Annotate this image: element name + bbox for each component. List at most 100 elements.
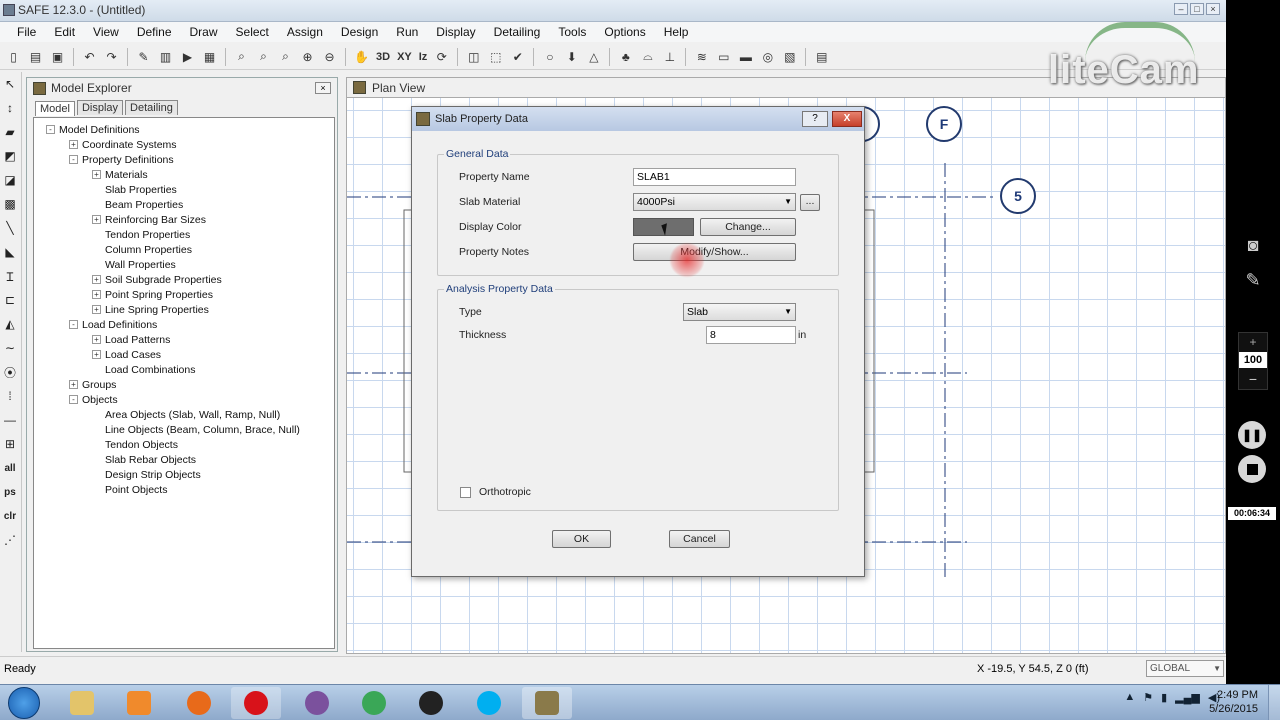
clear-selection-button[interactable]: clr	[0, 504, 20, 528]
taskbar-opera[interactable]	[231, 687, 281, 719]
expand-icon[interactable]: +	[69, 140, 78, 149]
pencil-icon[interactable]: ✎	[134, 47, 153, 66]
tree-node-label[interactable]: Soil Subgrade Properties	[105, 274, 222, 286]
taskbar-skype[interactable]	[464, 687, 514, 719]
draw-column-icon[interactable]: Ɪ	[0, 264, 20, 288]
tree-node[interactable]: Column Properties	[34, 242, 334, 257]
menu-run[interactable]: Run	[387, 25, 427, 39]
strip-forces-icon[interactable]: ≋	[692, 47, 711, 66]
collapse-icon[interactable]: -	[69, 320, 78, 329]
expand-icon[interactable]: +	[69, 380, 78, 389]
draw-beam-icon[interactable]: ◣	[0, 240, 20, 264]
change-color-button[interactable]: Change...	[700, 218, 796, 236]
taskbar-explorer[interactable]	[57, 687, 107, 719]
type-select[interactable]: Slab ▼	[683, 303, 796, 321]
draw-rebar-icon[interactable]: ⦿	[0, 360, 20, 384]
zoom-window-icon[interactable]: ⌕	[232, 47, 251, 66]
undo-icon[interactable]: ↶	[80, 47, 99, 66]
tree-node-label[interactable]: Load Patterns	[105, 334, 170, 346]
tree-node-label[interactable]: Tendon Objects	[105, 439, 178, 451]
tree-node[interactable]: - Objects	[34, 392, 334, 407]
check-icon[interactable]: ✔	[508, 47, 527, 66]
menu-draw[interactable]: Draw	[181, 25, 227, 39]
beam-forces-icon[interactable]: ▬	[736, 47, 755, 66]
menu-display[interactable]: Display	[427, 25, 484, 39]
tree-node-label[interactable]: Reinforcing Bar Sizes	[105, 214, 206, 226]
draw-slab-icon[interactable]: ◩	[0, 144, 20, 168]
tree-node[interactable]: + Point Spring Properties	[34, 287, 334, 302]
coordinate-system-dropdown[interactable]: GLOBAL ▼	[1146, 660, 1224, 677]
tree-node[interactable]: Tendon Properties	[34, 227, 334, 242]
zoom-previous-icon[interactable]: ⌕	[276, 47, 295, 66]
show-desktop-button[interactable]	[1268, 685, 1280, 720]
tree-node[interactable]: + Line Spring Properties	[34, 302, 334, 317]
tree-node[interactable]: - Load Definitions	[34, 317, 334, 332]
new-file-icon[interactable]: ▯	[4, 47, 23, 66]
stop-button[interactable]	[1238, 455, 1266, 483]
thickness-input[interactable]: 8	[706, 326, 796, 344]
snap-grid-icon[interactable]: ⊞	[0, 432, 20, 456]
tree-node-label[interactable]: Slab Rebar Objects	[105, 454, 196, 466]
tree-node[interactable]: Beam Properties	[34, 197, 334, 212]
expand-icon[interactable]: +	[92, 290, 101, 299]
collapse-icon[interactable]: -	[69, 155, 78, 164]
expand-icon[interactable]: +	[92, 215, 101, 224]
tree-node-label[interactable]: Load Definitions	[82, 319, 157, 331]
expand-icon[interactable]: +	[92, 350, 101, 359]
draw-line-icon[interactable]: ╲	[0, 216, 20, 240]
menu-define[interactable]: Define	[128, 25, 181, 39]
save-icon[interactable]: ▣	[48, 47, 67, 66]
rebar-icon[interactable]: ▧	[780, 47, 799, 66]
action-center-icon[interactable]: ⚑	[1143, 691, 1153, 704]
draw-tendon-icon[interactable]: ◭	[0, 312, 20, 336]
tree-node[interactable]: Area Objects (Slab, Wall, Ramp, Null)	[34, 407, 334, 422]
tree-node-label[interactable]: Area Objects (Slab, Wall, Ramp, Null)	[105, 409, 280, 421]
tree-node-label[interactable]: Wall Properties	[105, 259, 176, 271]
dialog-close-button[interactable]: X	[832, 111, 862, 127]
tree-node[interactable]: Wall Properties	[34, 257, 334, 272]
expand-icon[interactable]: +	[92, 170, 101, 179]
taskbar-viber[interactable]	[292, 687, 342, 719]
tree-node[interactable]: + Load Patterns	[34, 332, 334, 347]
property-name-input[interactable]: SLAB1	[633, 168, 796, 186]
rotate-icon[interactable]: ⟳	[432, 47, 451, 66]
pointer-icon[interactable]: ↖	[0, 72, 20, 96]
select-all-button[interactable]: all	[0, 456, 20, 480]
open-file-icon[interactable]: ▤	[26, 47, 45, 66]
zoom-in-icon[interactable]: ⊕	[298, 47, 317, 66]
tree-node-label[interactable]: Column Properties	[105, 244, 192, 256]
zoom-out-icon[interactable]: ⊖	[320, 47, 339, 66]
taskbar-media-player[interactable]	[114, 687, 164, 719]
tree-node[interactable]: + Materials	[34, 167, 334, 182]
tree-node[interactable]: Slab Rebar Objects	[34, 452, 334, 467]
close-window-button[interactable]: ×	[1206, 3, 1220, 15]
cancel-button[interactable]: Cancel	[669, 530, 730, 548]
view-z-button[interactable]: Iz	[417, 47, 430, 66]
menu-select[interactable]: Select	[227, 25, 278, 39]
taskbar-clock[interactable]: 2:49 PM 5/26/2015	[1209, 688, 1258, 716]
tree-node-label[interactable]: Objects	[82, 394, 118, 406]
tree-node-label[interactable]: Materials	[105, 169, 148, 181]
warning-icon[interactable]: △	[584, 47, 603, 66]
display-options-icon[interactable]: ◫	[464, 47, 483, 66]
slab-material-select[interactable]: 4000Psi ▼	[633, 193, 796, 211]
ok-button[interactable]: OK	[552, 530, 611, 548]
run-icon[interactable]: ▶	[178, 47, 197, 66]
tree-node[interactable]: - Property Definitions	[34, 152, 334, 167]
menu-edit[interactable]: Edit	[45, 25, 84, 39]
previous-selection-button[interactable]: ps	[0, 480, 20, 504]
tree-node-label[interactable]: Line Spring Properties	[105, 304, 209, 316]
tree-node-label[interactable]: Point Objects	[105, 484, 167, 496]
tree-node[interactable]: Point Objects	[34, 482, 334, 497]
circle-icon[interactable]: ○	[540, 47, 559, 66]
network-icon[interactable]: ▮	[1161, 691, 1167, 704]
material-details-button[interactable]: ...	[800, 194, 820, 211]
collapse-icon[interactable]: -	[69, 395, 78, 404]
taskbar-camera[interactable]	[406, 687, 456, 719]
signal-icon[interactable]: ▂▄▆	[1175, 691, 1200, 704]
tree-node[interactable]: Tendon Objects	[34, 437, 334, 452]
tree-node[interactable]: - Model Definitions	[34, 122, 334, 137]
tab-display[interactable]: Display	[76, 100, 124, 115]
menu-detailing[interactable]: Detailing	[485, 25, 550, 39]
tree-node[interactable]: + Soil Subgrade Properties	[34, 272, 334, 287]
